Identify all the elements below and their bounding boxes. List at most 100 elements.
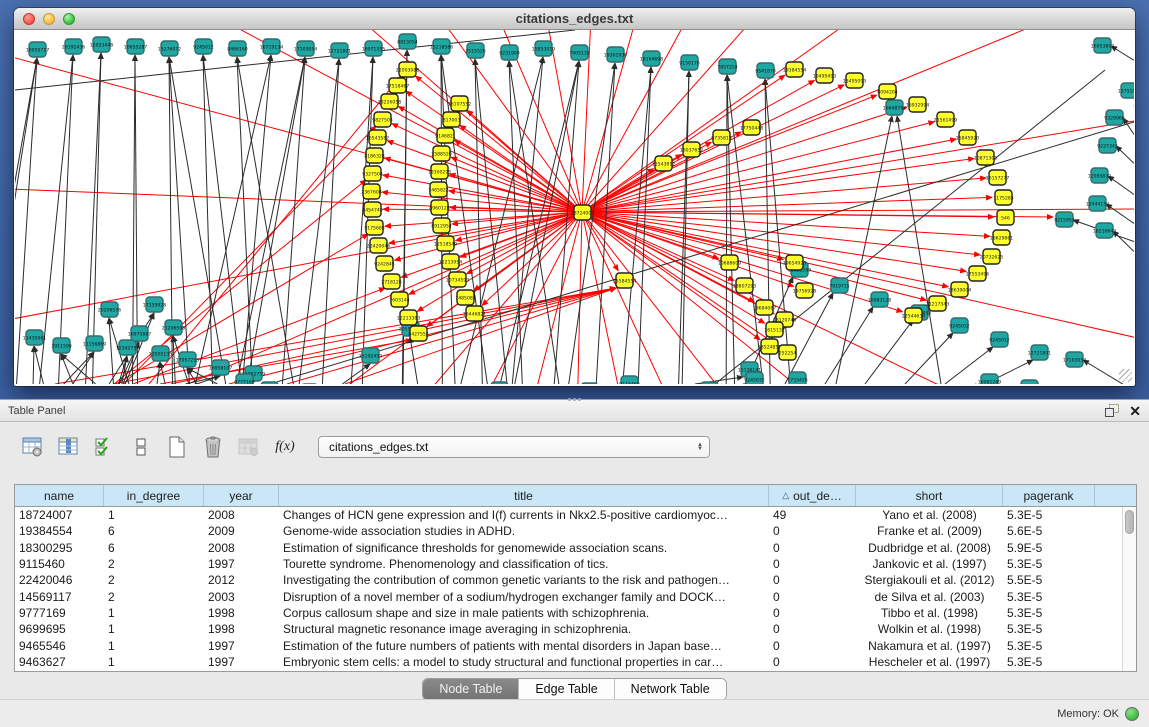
scrollbar-thumb[interactable]: [1125, 510, 1134, 534]
close-window-button[interactable]: [23, 13, 35, 25]
graph-node-label: 21206505: [162, 326, 185, 332]
table-row[interactable]: 911546021997Tourette syndrome. Phenomeno…: [15, 556, 1122, 572]
graph-node-label: 17553496: [966, 272, 989, 278]
cell-out_de: 49: [769, 508, 856, 522]
graph-node-label: 19301930: [604, 53, 627, 59]
table-row[interactable]: 977716911998Corpus callosum shape and si…: [15, 605, 1122, 621]
table-settings-icon[interactable]: [22, 436, 44, 458]
cell-year: 2003: [204, 590, 279, 604]
column-header-name[interactable]: name: [15, 485, 104, 506]
cell-out_de: 0: [769, 606, 856, 620]
cell-pagerank: 5.5E-5: [1003, 573, 1095, 587]
cell-name: 9777169: [15, 606, 104, 620]
function-icon[interactable]: f(x): [274, 436, 296, 458]
table-tabs: Node TableEdge TableNetwork Table: [0, 678, 1149, 701]
table-select-dropdown[interactable]: citations_edges.txt ▲▼: [318, 436, 710, 458]
graph-node-label: 19654923: [783, 261, 806, 267]
graph-node-label: 22544634: [902, 314, 925, 320]
graph-node-label: 17359928: [143, 303, 166, 309]
graph-node-label: 16932994: [906, 103, 929, 109]
graph-node-label: 7603144: [389, 298, 410, 304]
table-row[interactable]: 946362711997Embryonic stem cells: a mode…: [15, 654, 1122, 670]
cell-name: 18724007: [15, 508, 104, 522]
graph-node-label: 9146821: [435, 134, 456, 140]
graph-node-label: 16983128: [868, 298, 891, 304]
graph-node[interactable]: [701, 382, 718, 384]
column-header-title[interactable]: title: [279, 485, 769, 506]
minimize-window-button[interactable]: [43, 13, 55, 25]
cell-year: 1997: [204, 557, 279, 571]
graph-node-label: 16975887: [128, 332, 151, 338]
float-panel-icon[interactable]: [1105, 404, 1119, 417]
tab-node-table[interactable]: Node Table: [423, 679, 519, 700]
graph-node-label: 16719134: [260, 45, 283, 51]
table-row[interactable]: 1938455462009Genome-wide association stu…: [15, 523, 1122, 539]
cell-pagerank: 5.3E-5: [1003, 606, 1095, 620]
close-panel-icon[interactable]: ✕: [1129, 404, 1141, 418]
graph-node-label: 16971355: [362, 47, 385, 53]
cell-in_degree: 2: [104, 590, 204, 604]
zoom-window-button[interactable]: [63, 13, 75, 25]
graph-node-label: 10871303: [974, 156, 997, 162]
graph-node[interactable]: [491, 382, 508, 384]
rows-icon[interactable]: [130, 436, 152, 458]
graph-node[interactable]: [581, 383, 598, 384]
column-header-year[interactable]: year: [204, 485, 279, 506]
graph-node-label: 12342757: [116, 346, 139, 352]
graph-node-label: 7515526: [465, 49, 486, 55]
cell-year: 1997: [204, 655, 279, 669]
select-all-check-icon[interactable]: [94, 436, 116, 458]
trash-icon[interactable]: [202, 436, 224, 458]
column-header-out_de[interactable]: △out_de…: [769, 485, 856, 506]
column-header-pagerank[interactable]: pagerank: [1003, 485, 1095, 506]
graph-node-label: 17103054: [294, 47, 317, 53]
table-scrollbar[interactable]: [1122, 507, 1136, 671]
graph-node-label: 17103054: [1063, 358, 1086, 364]
cell-name: 9465546: [15, 639, 104, 653]
graph-node[interactable]: [261, 382, 278, 384]
graph-node-label: 16648784: [883, 106, 906, 112]
tab-edge-table[interactable]: Edge Table: [519, 679, 614, 700]
graph-node-label: 15853019: [532, 47, 555, 53]
panel-splitter-handle[interactable]: [563, 395, 585, 403]
table-row[interactable]: 2242004622012Investigating the contribut…: [15, 572, 1122, 588]
cell-short: Dudbridge et al. (2008): [856, 541, 1003, 555]
table-row[interactable]: 1830029562008Estimation of significance …: [15, 540, 1122, 556]
new-document-icon[interactable]: [166, 436, 188, 458]
column-header-short[interactable]: short: [856, 485, 1003, 506]
graph-node-label: 12444154: [1086, 202, 1109, 208]
graph-node-label: 13505135: [149, 352, 172, 358]
graph-node-label: 10688609: [718, 261, 741, 267]
cell-year: 2008: [204, 541, 279, 555]
column-select-icon[interactable]: [58, 436, 80, 458]
cell-out_de: 0: [769, 622, 856, 636]
cell-short: Nakamura et al. (1997): [856, 639, 1003, 653]
cell-out_de: 0: [769, 524, 856, 538]
graph-node[interactable]: [1021, 380, 1038, 384]
graph-node-label: 19684067: [753, 306, 776, 312]
cell-year: 1998: [204, 622, 279, 636]
graph-node-label: 8912954: [431, 224, 452, 230]
traffic-lights: [23, 13, 75, 25]
graph-node-label: 7485083: [455, 296, 476, 302]
table-row[interactable]: 1872400712008Changes of HCN gene express…: [15, 507, 1122, 523]
table-panel-header: Table Panel ✕: [0, 400, 1149, 422]
graph-node-label: 8215953: [1054, 218, 1075, 224]
graph-node-label: 12093832: [1088, 174, 1111, 180]
graph-node-label: 18807293: [733, 284, 756, 290]
graph-node-label: 15218586: [430, 45, 453, 51]
desktop: citations_edges.txt 16055717203914361202…: [0, 0, 1149, 727]
table-row[interactable]: 1456911722003Disruption of a novel membe…: [15, 588, 1122, 604]
panel-title: Table Panel: [8, 405, 66, 417]
cell-year: 2008: [204, 508, 279, 522]
network-canvas[interactable]: 1605571720391436120234481065528715276072…: [15, 30, 1134, 384]
graph-node-label: 12213383: [397, 316, 420, 322]
column-header-in_degree[interactable]: in_degree: [104, 485, 204, 506]
table-row[interactable]: 946554611997Estimation of the future num…: [15, 637, 1122, 653]
graph-node-label: 7465822: [428, 188, 449, 194]
cell-pagerank: 5.6E-5: [1003, 524, 1095, 538]
resize-grip-icon[interactable]: [1119, 369, 1132, 382]
table-row[interactable]: 969969511998Structural magnetic resonanc…: [15, 621, 1122, 637]
titlebar[interactable]: citations_edges.txt: [14, 8, 1135, 30]
tab-network-table[interactable]: Network Table: [615, 679, 726, 700]
